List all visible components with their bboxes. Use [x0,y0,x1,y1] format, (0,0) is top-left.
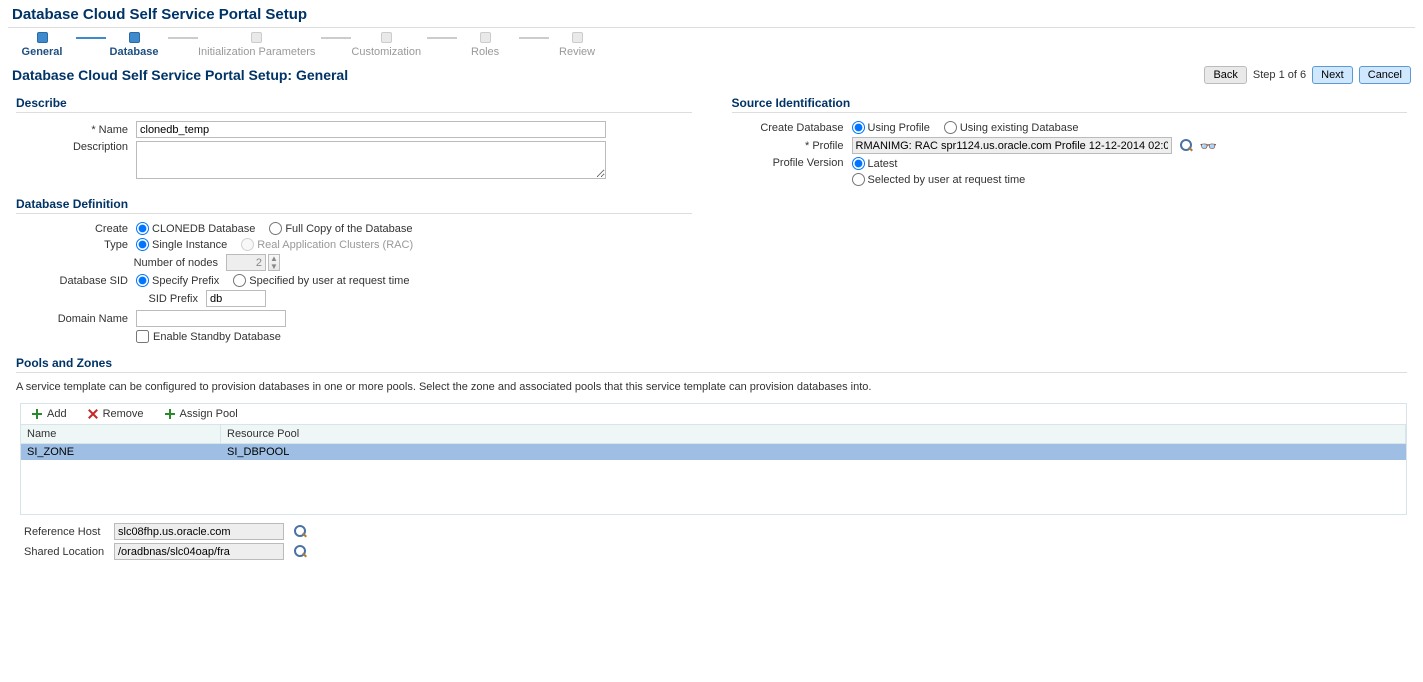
step-roles[interactable]: Roles [457,32,513,58]
refhost-input[interactable] [114,523,284,540]
plus-icon [164,408,176,420]
connector [76,37,106,39]
name-input[interactable] [136,121,606,138]
col-name[interactable]: Name [21,425,221,443]
sid-prefix-input[interactable] [206,290,266,307]
search-icon[interactable] [294,525,308,539]
assign-pool-button[interactable]: Assign Pool [160,406,242,422]
connector [519,37,549,39]
plus-icon [31,408,43,420]
nodes-input [226,254,266,271]
radio-rac: Real Application Clusters (RAC) [241,238,413,251]
search-icon[interactable] [294,545,308,559]
profile-label: Profile [732,140,852,152]
section-pools: Pools and Zones [16,356,1407,370]
section-dbdef: Database Definition [16,197,692,211]
domain-input[interactable] [136,310,286,327]
add-button[interactable]: Add [27,406,71,422]
create-db-label: Create Database [732,122,852,134]
pools-toolbar: Add Remove Assign Pool [20,403,1407,424]
step-indicator: Step 1 of 6 [1253,69,1306,81]
search-icon[interactable] [1180,139,1194,153]
connector [321,37,351,39]
shared-label: Shared Location [24,546,114,558]
cancel-button[interactable]: Cancel [1359,66,1411,84]
connector [427,37,457,39]
description-label: Description [16,141,136,153]
description-input[interactable] [136,141,606,179]
x-icon [87,408,99,420]
step-general[interactable]: General [14,32,70,58]
enable-standby-checkbox[interactable]: Enable Standby Database [136,330,281,343]
divider [8,27,1415,28]
radio-user-request[interactable]: Specified by user at request time [233,274,409,287]
page-title: Database Cloud Self Service Portal Setup [8,0,1415,25]
table-row[interactable]: SI_ZONE SI_DBPOOL [21,444,1406,460]
type-label: Type [16,239,136,251]
step-init-params[interactable]: Initialization Parameters [198,32,315,58]
section-source: Source Identification [732,96,1408,110]
radio-selected-by-user[interactable]: Selected by user at request time [852,173,1026,186]
name-label: Name [16,124,136,136]
radio-single-instance[interactable]: Single Instance [136,238,227,251]
nodes-spinner: ▲▼ [226,254,280,271]
step-customization[interactable]: Customization [351,32,421,58]
remove-button[interactable]: Remove [83,406,148,422]
radio-specify-prefix[interactable]: Specify Prefix [136,274,219,287]
col-pool[interactable]: Resource Pool [221,425,1406,443]
step-review[interactable]: Review [549,32,605,58]
domain-label: Domain Name [16,313,136,325]
radio-using-existing[interactable]: Using existing Database [944,121,1079,134]
create-label: Create [16,223,136,235]
radio-using-profile[interactable]: Using Profile [852,121,930,134]
sid-label: Database SID [16,275,136,287]
nodes-label: Number of nodes [16,257,226,269]
section-title-general: Database Cloud Self Service Portal Setup… [12,67,348,83]
spinner-arrows-icon: ▲▼ [268,254,280,271]
radio-full-copy[interactable]: Full Copy of the Database [269,222,412,235]
connector [168,37,198,39]
radio-clonedb[interactable]: CLONEDB Database [136,222,255,235]
shared-input[interactable] [114,543,284,560]
radio-latest[interactable]: Latest [852,157,898,170]
pools-grid: Name Resource Pool SI_ZONE SI_DBPOOL [20,424,1407,515]
step-database[interactable]: Database [106,32,162,58]
profile-input[interactable] [852,137,1172,154]
next-button[interactable]: Next [1312,66,1353,84]
wizard-train: General Database Initialization Paramete… [14,32,1415,58]
back-button[interactable]: Back [1204,66,1246,84]
profile-version-label: Profile Version [732,157,852,169]
pools-description: A service template can be configured to … [16,381,1407,393]
section-describe: Describe [16,96,692,110]
cell-zone-name: SI_ZONE [21,444,221,460]
glasses-icon[interactable]: 👓 [1200,139,1217,153]
sid-prefix-label: SID Prefix [16,293,206,305]
cell-pool-name: SI_DBPOOL [221,444,1406,460]
refhost-label: Reference Host [24,526,114,538]
